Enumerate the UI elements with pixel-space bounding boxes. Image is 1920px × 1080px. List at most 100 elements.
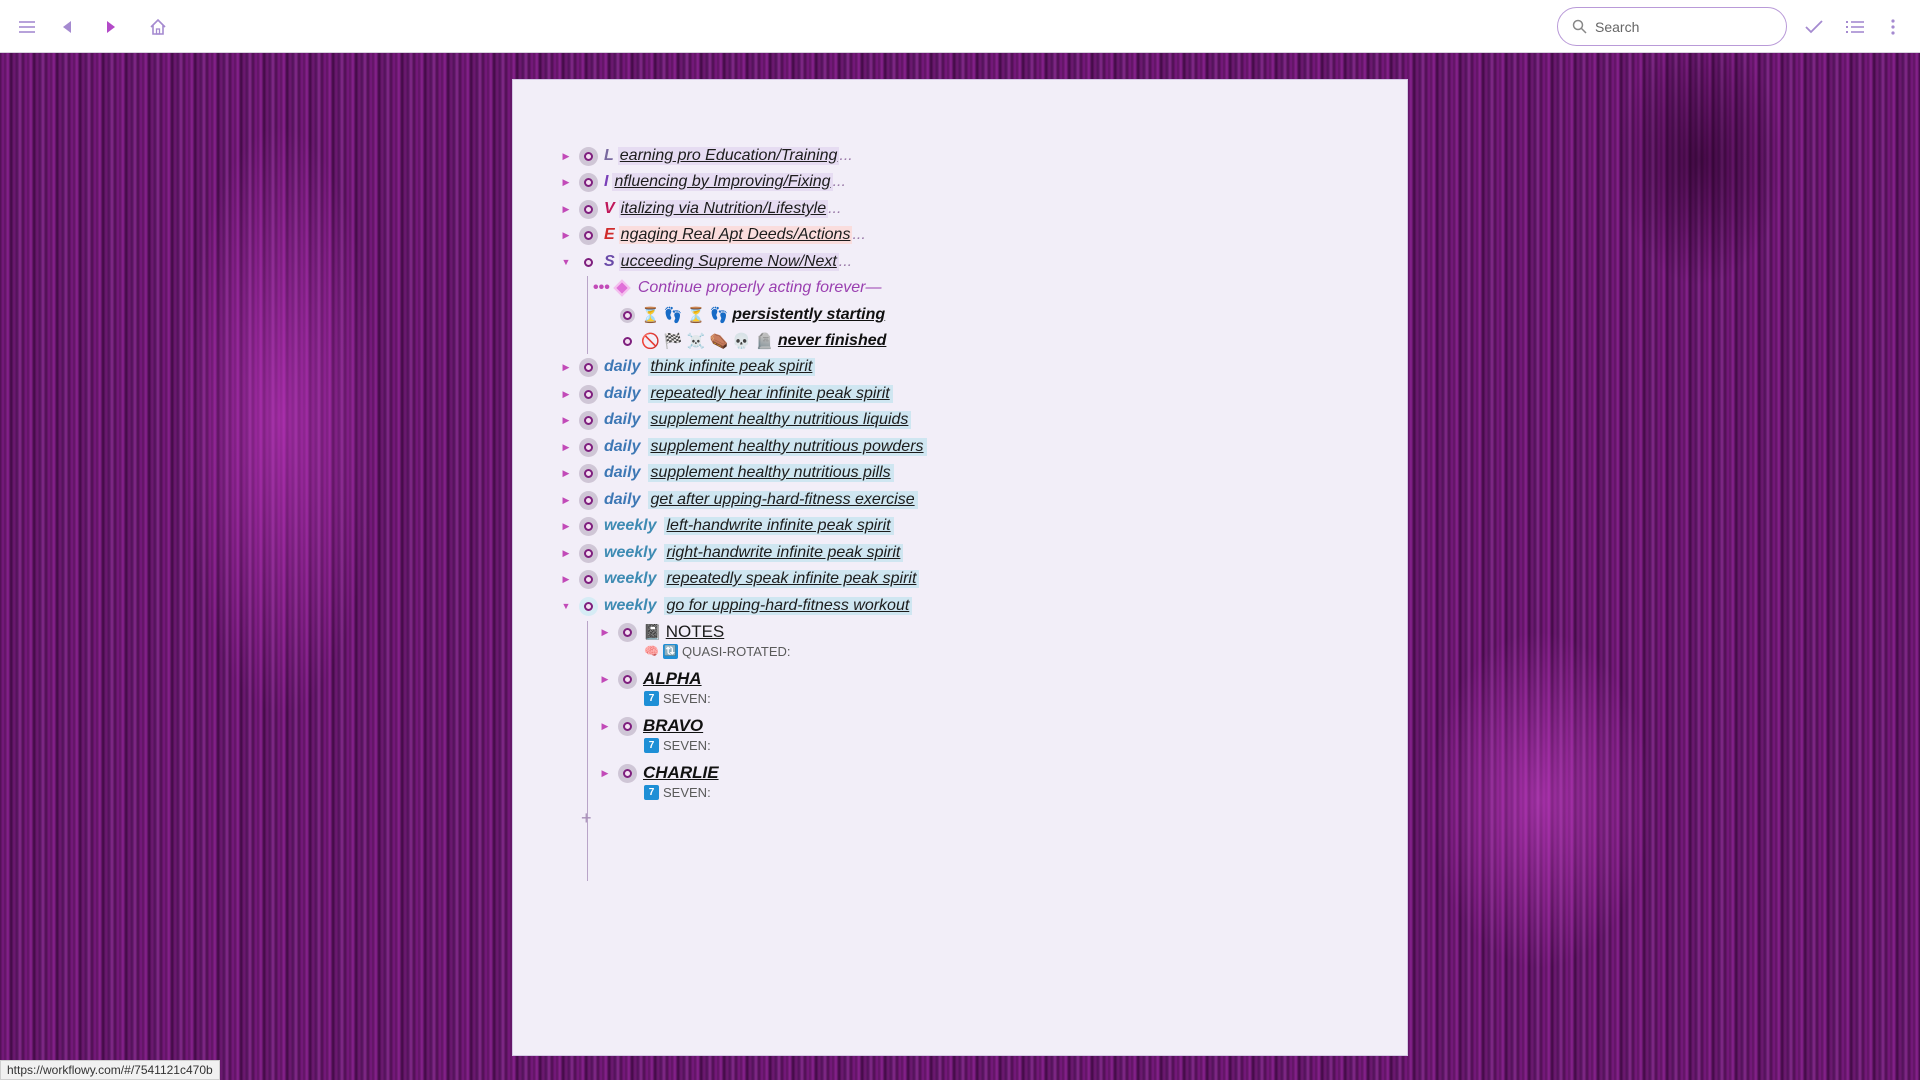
bullet-icon[interactable]	[579, 146, 598, 166]
expand-arrow-icon[interactable]: ▶	[558, 442, 574, 453]
list-item[interactable]: ▶ daily think infinite peak spirit	[558, 354, 816, 380]
item-text[interactable]: earning pro Education/Training	[617, 147, 840, 165]
expand-arrow-icon[interactable]: ▶	[597, 674, 613, 685]
forward-icon[interactable]	[96, 12, 126, 42]
add-item-icon[interactable]: +	[581, 808, 592, 829]
list-item[interactable]: ▶ I nfluencing by Improving/Fixing ...	[558, 169, 846, 195]
item-note[interactable]: 7 SEVEN:	[644, 689, 711, 707]
expand-arrow-icon[interactable]: ▶	[597, 627, 613, 638]
list-item[interactable]: ▶ V italizing via Nutrition/Lifestyle ..…	[558, 196, 841, 222]
item-note[interactable]: 7 SEVEN:	[644, 783, 711, 801]
bullet-icon[interactable]	[579, 410, 598, 430]
expand-arrow-icon[interactable]: ▶	[597, 721, 613, 732]
drag-handle-icon[interactable]: •••	[593, 279, 610, 297]
expand-arrow-icon[interactable]: ▶	[558, 415, 574, 426]
bullet-icon[interactable]	[579, 569, 598, 589]
list-item[interactable]: ▶ daily supplement healthy nutritious po…	[558, 434, 927, 460]
list-item[interactable]: ▶ L earning pro Education/Training ...	[558, 143, 853, 169]
item-text[interactable]: get after upping-hard-fitness exercise	[648, 491, 918, 509]
item-text[interactable]: ngaging Real Apt Deeds/Actions	[618, 226, 853, 244]
item-text[interactable]: left-handwrite infinite peak spirit	[664, 517, 894, 535]
bullet-icon[interactable]	[579, 463, 598, 483]
expand-arrow-icon[interactable]: ▶	[558, 548, 574, 559]
bullet-icon[interactable]	[579, 253, 598, 272]
tag-daily[interactable]: daily	[604, 491, 640, 509]
bullet-icon[interactable]	[579, 225, 598, 245]
item-text[interactable]: supplement healthy nutritious powders	[648, 438, 927, 456]
item-text[interactable]: BRAVO	[643, 716, 703, 736]
item-text[interactable]: right-handwrite infinite peak spirit	[664, 544, 904, 562]
list-item[interactable]: ▶ weekly repeatedly speak infinite peak …	[558, 566, 920, 592]
item-text[interactable]: never finished	[778, 332, 886, 350]
expand-arrow-icon[interactable]: ▶	[558, 389, 574, 400]
tag-daily[interactable]: daily	[604, 438, 640, 456]
list-item[interactable]: ••• Continue properly acting forever—	[593, 275, 882, 301]
bullet-icon[interactable]	[579, 384, 598, 404]
expand-arrow-icon[interactable]: ▶	[558, 177, 574, 188]
expand-arrow-icon[interactable]: ▶	[558, 230, 574, 241]
list-item[interactable]: ▶ weekly right-handwrite infinite peak s…	[558, 540, 904, 566]
list-icon[interactable]	[1840, 12, 1870, 42]
item-note[interactable]: 7 SEVEN:	[644, 736, 711, 754]
tag-weekly[interactable]: weekly	[604, 570, 656, 588]
bullet-icon[interactable]	[618, 622, 637, 642]
tag-weekly[interactable]: weekly	[604, 597, 656, 615]
bullet-icon[interactable]	[579, 490, 598, 510]
bullet-icon[interactable]	[579, 437, 598, 457]
item-text[interactable]: NOTES	[666, 622, 725, 642]
back-icon[interactable]	[52, 12, 82, 42]
item-text[interactable]: supplement healthy nutritious liquids	[648, 411, 912, 429]
item-text[interactable]: CHARLIE	[643, 763, 719, 783]
expand-arrow-icon[interactable]: ▶	[558, 362, 574, 373]
bullet-icon[interactable]	[579, 596, 598, 616]
item-text[interactable]: think infinite peak spirit	[648, 358, 816, 376]
item-text[interactable]: persistently starting	[732, 306, 885, 324]
list-item[interactable]: ⏳ 👣 ⏳ 👣 persistently starting	[620, 302, 885, 328]
more-icon[interactable]	[1878, 12, 1908, 42]
list-item[interactable]: ▼ S ucceeding Supreme Now/Next ...	[558, 249, 852, 275]
bullet-icon[interactable]	[620, 307, 635, 323]
tag-daily[interactable]: daily	[604, 464, 640, 482]
expand-arrow-icon[interactable]: ▶	[558, 574, 574, 585]
bullet-icon[interactable]	[579, 516, 598, 536]
list-item[interactable]: 🚫 🏁 ☠️ ⚰️ 💀 🪦 never finished	[620, 328, 886, 354]
expand-arrow-icon[interactable]: ▶	[558, 495, 574, 506]
bullet-icon[interactable]	[579, 357, 598, 377]
bullet-icon[interactable]	[579, 172, 598, 192]
item-text[interactable]: Continue properly acting forever—	[638, 279, 882, 297]
collapse-arrow-icon[interactable]: ▼	[558, 601, 574, 611]
bullet-icon[interactable]	[618, 763, 637, 783]
expand-arrow-icon[interactable]: ▶	[597, 768, 613, 779]
list-item[interactable]: ▶ daily supplement healthy nutritious pi…	[558, 460, 894, 486]
diamond-bullet-icon[interactable]	[613, 279, 631, 297]
bullet-icon[interactable]	[620, 334, 635, 349]
item-text[interactable]: ALPHA	[643, 669, 702, 689]
list-item[interactable]: ▶ daily get after upping-hard-fitness ex…	[558, 487, 918, 513]
list-item[interactable]: ▶ daily supplement healthy nutritious li…	[558, 407, 912, 433]
check-icon[interactable]	[1799, 12, 1829, 42]
expand-arrow-icon[interactable]: ▶	[558, 151, 574, 162]
tag-daily[interactable]: daily	[604, 358, 640, 376]
item-note[interactable]: 🧠 🔃 QUASI-ROTATED:	[644, 642, 791, 660]
tag-daily[interactable]: daily	[604, 411, 640, 429]
item-text[interactable]: italizing via Nutrition/Lifestyle	[618, 200, 829, 218]
expand-arrow-icon[interactable]: ▶	[558, 468, 574, 479]
tag-daily[interactable]: daily	[604, 385, 640, 403]
search-box[interactable]	[1557, 7, 1787, 46]
item-text[interactable]: supplement healthy nutritious pills	[648, 464, 894, 482]
home-icon[interactable]	[143, 12, 173, 42]
bullet-icon[interactable]	[618, 669, 637, 689]
list-item[interactable]: ▶ weekly left-handwrite infinite peak sp…	[558, 513, 894, 539]
list-item[interactable]: ▶ E ngaging Real Apt Deeds/Actions ...	[558, 222, 866, 248]
item-text[interactable]: repeatedly hear infinite peak spirit	[648, 385, 893, 403]
list-item[interactable]: ▶ daily repeatedly hear infinite peak sp…	[558, 381, 893, 407]
expand-arrow-icon[interactable]: ▶	[558, 521, 574, 532]
item-text[interactable]: go for upping-hard-fitness workout	[664, 597, 913, 615]
list-item[interactable]: ▼ weekly go for upping-hard-fitness work…	[558, 593, 913, 619]
search-input[interactable]	[1595, 18, 1765, 35]
menu-icon[interactable]	[12, 12, 42, 42]
item-text[interactable]: ucceeding Supreme Now/Next	[618, 253, 839, 271]
item-text[interactable]: repeatedly speak infinite peak spirit	[664, 570, 920, 588]
bullet-icon[interactable]	[618, 716, 637, 736]
tag-weekly[interactable]: weekly	[604, 517, 656, 535]
